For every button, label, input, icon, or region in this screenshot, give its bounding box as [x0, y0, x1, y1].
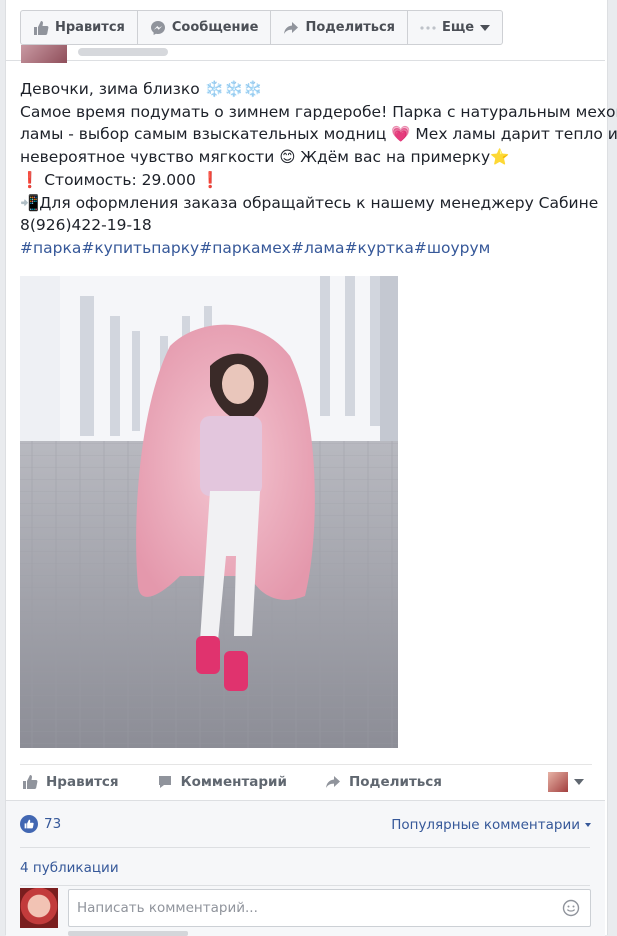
post-photo[interactable] — [20, 276, 398, 748]
like-label: Нравится — [46, 774, 119, 790]
hashtag-link[interactable]: #лама — [291, 239, 345, 257]
messenger-icon — [150, 20, 165, 35]
hashtag-link[interactable]: #шоурум — [414, 239, 491, 257]
hashtag-link[interactable]: #куртка — [345, 239, 414, 257]
like-button[interactable]: Нравится — [22, 774, 119, 790]
comment-icon — [158, 776, 171, 788]
share-arrow-icon — [284, 21, 299, 34]
divider — [20, 885, 590, 886]
comment-hint — [68, 931, 188, 936]
avatar — [548, 772, 568, 792]
page-share-button[interactable]: Поделиться — [271, 11, 409, 44]
shares-link[interactable]: 4 публикации — [20, 860, 119, 876]
like-reaction-icon — [20, 815, 38, 833]
post-as-selector[interactable] — [548, 772, 584, 792]
page-name[interactable] — [78, 48, 168, 56]
hashtags: #парка#купитьпарку#паркамех#лама#куртка#… — [20, 237, 595, 260]
avatar[interactable] — [20, 888, 58, 928]
post-line: Девочки, зима близко ❄️❄️❄️ — [20, 80, 263, 98]
page-message-button[interactable]: Сообщение — [138, 11, 272, 44]
page-like-button[interactable]: Нравится — [21, 11, 138, 44]
comment-box — [68, 889, 591, 927]
page-message-label: Сообщение — [171, 20, 259, 35]
dots-icon — [420, 25, 436, 30]
page-more-label: Еще — [442, 20, 475, 35]
chevron-down-icon — [480, 24, 491, 31]
post-line: Самое время подумать о зимнем гардеробе!… — [20, 102, 617, 121]
post-line: 8(926)422-19-18 — [20, 216, 152, 235]
post-text: Девочки, зима близко ❄️❄️❄️ Самое время … — [20, 78, 617, 260]
page-like-label: Нравится — [55, 20, 125, 35]
page-more-button[interactable]: Еще — [408, 11, 502, 44]
comment-button[interactable]: Комментарий — [157, 774, 287, 790]
divider — [20, 847, 590, 848]
hashtag-link[interactable]: #паркамех — [199, 239, 291, 257]
page-share-label: Поделиться — [305, 20, 396, 35]
thumb-up-icon — [34, 20, 49, 35]
post-actions: Нравится Комментарий Поделиться — [20, 764, 592, 799]
chevron-down-icon — [574, 779, 584, 785]
sort-label: Популярные комментарии — [391, 817, 580, 833]
hashtag-link[interactable]: #купитьпарку — [81, 239, 199, 257]
thumb-up-icon — [23, 775, 38, 789]
likes-number: 73 — [44, 816, 62, 832]
chevron-down-icon — [585, 823, 591, 827]
likes-count[interactable]: 73 — [20, 815, 61, 833]
comment-input[interactable] — [69, 899, 562, 917]
hashtag-link[interactable]: #парка — [20, 239, 81, 257]
page-avatar[interactable] — [21, 45, 67, 63]
post-line: невероятное чувство мягкости 😊 Ждём вас … — [20, 148, 510, 167]
smile-icon[interactable] — [562, 899, 580, 917]
comments-sort-dropdown[interactable]: Популярные комментарии — [391, 817, 591, 833]
page-action-bar: Нравится Сообщение Поделиться Еще — [20, 10, 504, 45]
share-button[interactable]: Поделиться — [325, 774, 442, 790]
feedback-section: 73 Популярные комментарии 4 публикации — [6, 800, 605, 936]
post-line: 📲Для оформления заказа обращайтесь к наш… — [20, 193, 599, 212]
post-line: ❗ Стоимость: 29.000 ❗ — [20, 170, 221, 189]
comment-label: Комментарий — [180, 774, 287, 790]
share-arrow-icon — [325, 776, 340, 788]
post-line: ламы - выбор самым взыскательных модниц … — [20, 125, 617, 144]
share-label: Поделиться — [348, 774, 442, 790]
